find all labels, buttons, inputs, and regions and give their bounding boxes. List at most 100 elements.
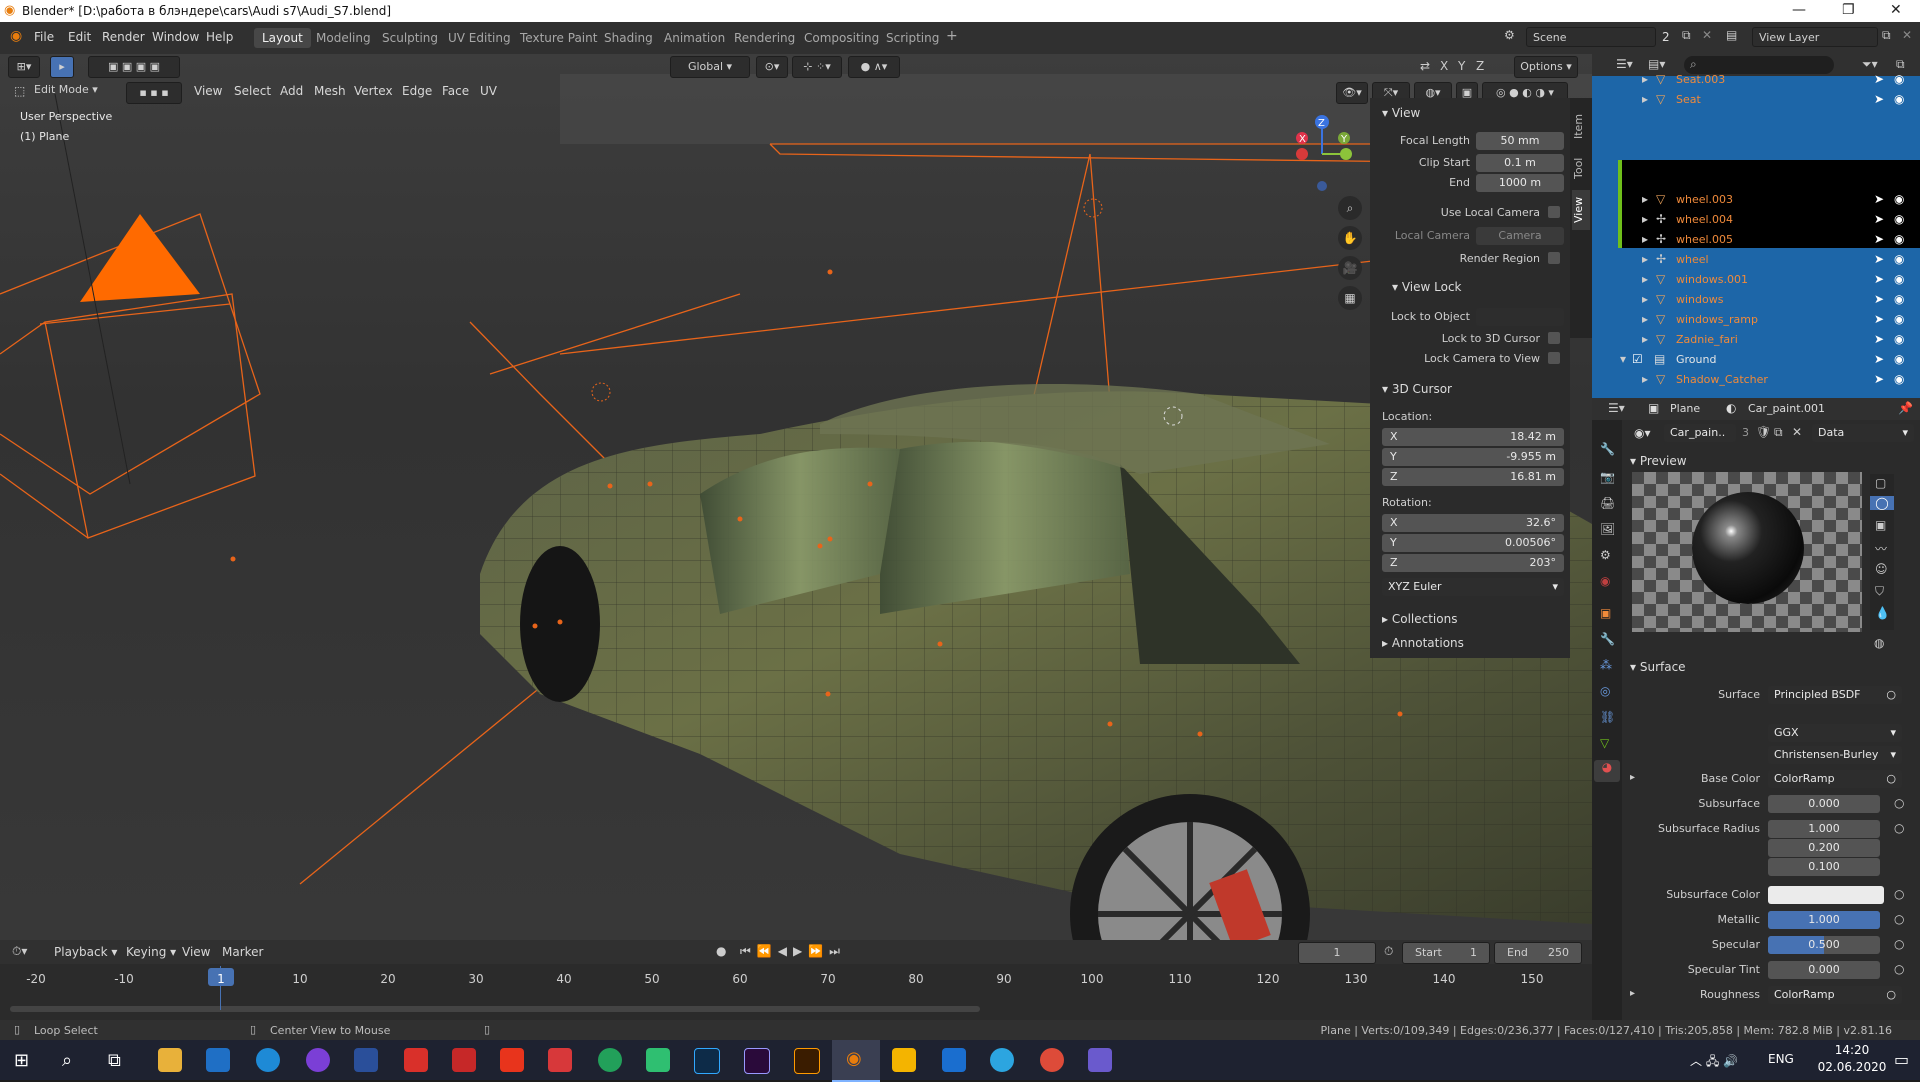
subsurface-radius-x[interactable]: 1.000 bbox=[1768, 820, 1880, 838]
eye-icon[interactable]: ◉ bbox=[1894, 352, 1904, 366]
vp-menu-face[interactable]: Face bbox=[442, 84, 469, 98]
eye-icon[interactable]: ◉ bbox=[1894, 372, 1904, 386]
vp-menu-add[interactable]: Add bbox=[280, 84, 303, 98]
eye-icon[interactable]: ◉ bbox=[1894, 232, 1904, 246]
3d-viewport[interactable]: ⊞▾ ▸ ▣ ▣ ▣ ▣ Global ▾ ⊙▾ ⊹ ⁘▾ ● ∧▾ ⇄ X Y… bbox=[0, 54, 1592, 940]
visibility-icon[interactable]: 👁▾ bbox=[1336, 82, 1368, 104]
preview-cloth-icon[interactable]: ⛉ bbox=[1875, 584, 1884, 599]
vp-menu-vertex[interactable]: Vertex bbox=[354, 84, 393, 98]
vp-menu-select[interactable]: Select bbox=[234, 84, 271, 98]
tab-shading[interactable]: Shading bbox=[596, 28, 661, 48]
roughness-field[interactable]: ColorRamp ○ bbox=[1768, 986, 1902, 1004]
physics-tab-icon[interactable]: ◎ bbox=[1600, 684, 1610, 698]
subsurface-field[interactable]: 0.000 bbox=[1768, 795, 1880, 813]
annotations-section-header[interactable]: ▸ Annotations bbox=[1382, 636, 1464, 650]
tab-animation[interactable]: Animation bbox=[656, 28, 733, 48]
surface-shader-field[interactable]: Principled BSDF ○ bbox=[1768, 686, 1902, 704]
outliner-row-seat003[interactable]: ▸ ▽ Seat.003 ➤ ◉ bbox=[1592, 70, 1920, 90]
axis-z[interactable]: Z bbox=[1476, 59, 1484, 73]
preview-range-icon[interactable]: ⏱ bbox=[1384, 944, 1393, 959]
select-arrow-icon[interactable]: ➤ bbox=[1874, 332, 1884, 346]
eye-icon[interactable]: ◉ bbox=[1894, 312, 1904, 326]
rotation-mode-dropdown[interactable]: XYZ Euler ▾ bbox=[1382, 578, 1564, 596]
eye-icon[interactable]: ◉ bbox=[1894, 212, 1904, 226]
scene-tab-icon[interactable]: ⚙ bbox=[1600, 548, 1611, 562]
eye-icon[interactable]: ◉ bbox=[1894, 332, 1904, 346]
select-arrow-icon[interactable]: ➤ bbox=[1874, 292, 1884, 306]
record-icon[interactable]: ● bbox=[716, 944, 726, 958]
preview-sphere-icon[interactable]: ◯ bbox=[1870, 496, 1894, 510]
world-preview-icon[interactable]: ◍ bbox=[1874, 636, 1884, 650]
view-section-header[interactable]: ▾ View bbox=[1382, 106, 1420, 120]
outliner-row-windows001[interactable]: ▸ ▽ windows.001 ➤ ◉ bbox=[1592, 270, 1920, 290]
timeline-editor-icon[interactable]: ⏱▾ bbox=[12, 944, 27, 959]
select-arrow-icon[interactable]: ➤ bbox=[1874, 192, 1884, 206]
app-icon-1[interactable] bbox=[354, 1048, 378, 1072]
tab-item[interactable]: Item bbox=[1572, 108, 1590, 144]
menu-edit[interactable]: Edit bbox=[68, 30, 91, 44]
add-workspace-icon[interactable]: + bbox=[946, 28, 958, 44]
app-icon-2[interactable] bbox=[404, 1048, 428, 1072]
eye-icon[interactable]: ◉ bbox=[1894, 92, 1904, 106]
edge-browser-icon[interactable] bbox=[256, 1048, 280, 1072]
select-arrow-icon[interactable]: ➤ bbox=[1874, 232, 1884, 246]
use-local-camera-checkbox[interactable] bbox=[1548, 206, 1560, 218]
lock-to-object-field[interactable] bbox=[1476, 308, 1564, 326]
cursor-rot-z[interactable]: Z 203° bbox=[1382, 554, 1564, 572]
cursor-section-header[interactable]: ▾ 3D Cursor bbox=[1382, 382, 1452, 396]
material-name-field[interactable]: Car_pain.. bbox=[1664, 424, 1736, 442]
current-frame-field[interactable]: 1 bbox=[1298, 942, 1376, 964]
editor-type-button[interactable]: ⊞▾ bbox=[8, 56, 40, 78]
menu-window[interactable]: Window bbox=[152, 30, 199, 44]
render-region-checkbox[interactable] bbox=[1548, 252, 1560, 264]
language-indicator[interactable]: ENG bbox=[1768, 1052, 1794, 1066]
subsurface-radius-z[interactable]: 0.100 bbox=[1768, 858, 1880, 876]
select-tool-icon[interactable]: ▸ bbox=[50, 56, 74, 78]
axis-x[interactable]: X bbox=[1440, 59, 1448, 73]
options-dropdown[interactable]: Options ▾ bbox=[1514, 56, 1578, 78]
subsurface-radius-socket-icon[interactable]: ○ bbox=[1894, 821, 1904, 835]
playback-controls[interactable]: ⏮⏪◀▶⏩⏭ bbox=[740, 944, 846, 959]
modifier-tab-icon[interactable]: 🔧 bbox=[1600, 632, 1615, 646]
mode-dropdown[interactable]: Edit Mode ▾ bbox=[28, 80, 118, 100]
view-lock-header[interactable]: ▾ View Lock bbox=[1392, 280, 1462, 294]
outliner-row-windows-ramp[interactable]: ▸ ▽ windows_ramp ➤ ◉ bbox=[1592, 310, 1920, 330]
app-icon-6[interactable] bbox=[598, 1048, 622, 1072]
tab-uv-editing[interactable]: UV Editing bbox=[440, 28, 519, 48]
metallic-socket-icon[interactable]: ○ bbox=[1894, 912, 1904, 926]
metallic-slider[interactable]: 1.000 bbox=[1768, 911, 1880, 929]
tab-layout[interactable]: Layout bbox=[254, 28, 311, 48]
ortho-toggle-icon[interactable]: ▦ bbox=[1338, 286, 1362, 310]
mail-icon[interactable] bbox=[206, 1048, 230, 1072]
link-dropdown[interactable]: Data ▾ bbox=[1812, 424, 1914, 442]
cursor-loc-x[interactable]: X 18.42 m bbox=[1382, 428, 1564, 446]
subsurface-socket-icon[interactable]: ○ bbox=[1894, 796, 1904, 810]
specular-tint-field[interactable]: 0.000 bbox=[1768, 961, 1880, 979]
object-tab-icon[interactable]: ▣ bbox=[1600, 606, 1611, 620]
snap-toggle-icon[interactable]: ⊹ ⁘▾ bbox=[792, 56, 842, 78]
focal-length-field[interactable]: 50 mm bbox=[1476, 132, 1564, 150]
select-arrow-icon[interactable]: ➤ bbox=[1874, 252, 1884, 266]
tab-scripting[interactable]: Scripting bbox=[878, 28, 947, 48]
output-tab-icon[interactable]: 🖨 bbox=[1600, 496, 1615, 510]
app-icon-3[interactable] bbox=[452, 1048, 476, 1072]
pycharm-icon[interactable] bbox=[646, 1048, 670, 1072]
start-frame-field[interactable]: Start 1 bbox=[1402, 942, 1490, 964]
app-icon-m[interactable] bbox=[892, 1048, 916, 1072]
outliner-row-windows[interactable]: ▸ ▽ windows ➤ ◉ bbox=[1592, 290, 1920, 310]
tor-icon[interactable] bbox=[306, 1048, 330, 1072]
unlink-material-icon[interactable]: ✕ bbox=[1792, 425, 1802, 439]
menu-help[interactable]: Help bbox=[206, 30, 233, 44]
preview-section-header[interactable]: ▾ Preview bbox=[1630, 454, 1687, 468]
timeline-menu-playback[interactable]: Playback ▾ bbox=[54, 945, 117, 959]
select-arrow-icon[interactable]: ➤ bbox=[1874, 92, 1884, 106]
app-icon-4[interactable] bbox=[500, 1048, 524, 1072]
vertex-edge-face-select[interactable]: ▪ ▪ ▪ bbox=[126, 82, 182, 104]
distribution-dropdown[interactable]: GGX ▾ bbox=[1768, 724, 1902, 742]
properties-editor-icon[interactable]: ☰▾ bbox=[1608, 401, 1625, 415]
mirror-icon[interactable]: ⇄ bbox=[1420, 59, 1430, 73]
eye-icon[interactable]: ◉ bbox=[1894, 192, 1904, 206]
timeline-menu-marker[interactable]: Marker bbox=[222, 945, 263, 959]
pan-hand-icon[interactable]: ✋ bbox=[1338, 226, 1362, 250]
select-arrow-icon[interactable]: ➤ bbox=[1874, 212, 1884, 226]
